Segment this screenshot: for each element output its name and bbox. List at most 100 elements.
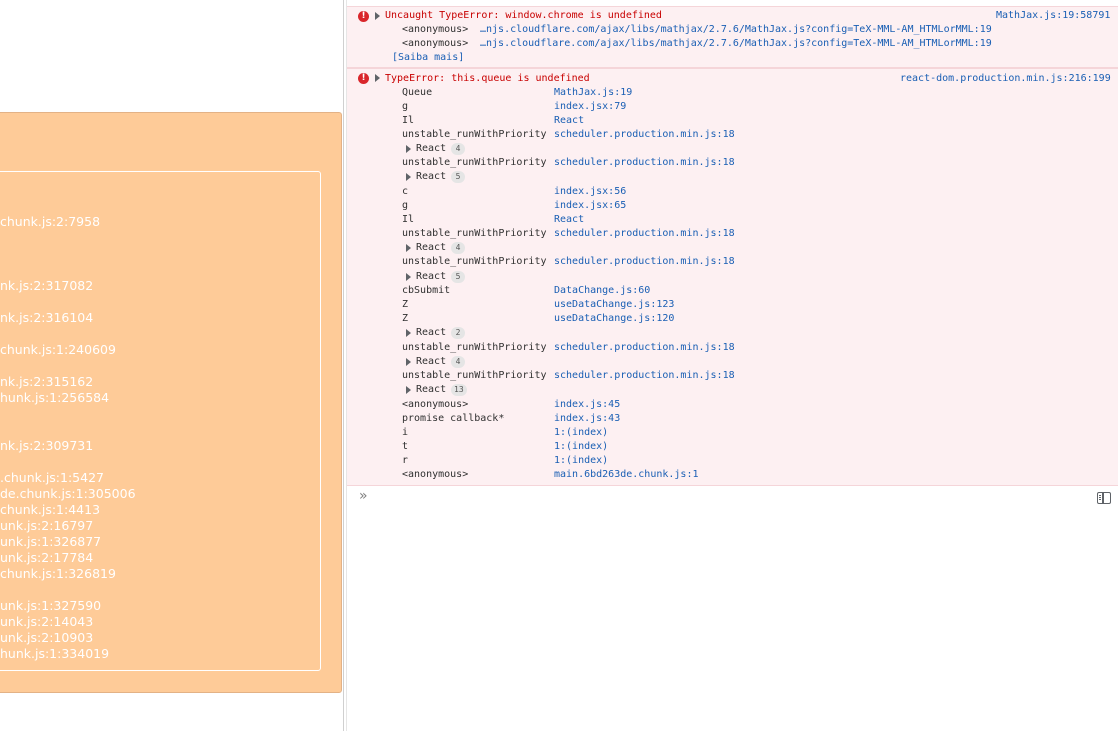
stack-frame-link[interactable]: main.6bd263de.chunk.js:1: [554, 469, 699, 480]
stack-line: nk.js:2:309731: [0, 438, 94, 453]
group-label: React: [416, 327, 447, 338]
stack-frame-link[interactable]: scheduler.production.min.js:18: [554, 342, 735, 353]
stack-line: chunk.js:1:326819: [0, 566, 116, 581]
stack-frame-link[interactable]: useDataChange.js:123: [554, 299, 674, 310]
error-icon: !: [358, 73, 369, 84]
stack-frame-function: unstable_runWithPriority: [402, 228, 547, 239]
expand-triangle-icon[interactable]: [406, 386, 411, 394]
stack-frame-function: g: [402, 200, 409, 211]
stack-frame-link[interactable]: index.jsx:65: [554, 200, 626, 211]
stack-frame-link[interactable]: index.js:43: [554, 413, 620, 424]
stack-frame-function: unstable_runWithPriority: [402, 157, 547, 168]
frame-count-badge: 5: [451, 171, 465, 183]
stack-frame-link[interactable]: scheduler.production.min.js:18: [554, 157, 735, 168]
stack-line: nk.js:2:315162: [0, 374, 94, 389]
stack-frame-link[interactable]: 1:(index): [554, 427, 608, 438]
stack-line: hunk.js:1:256584: [0, 390, 110, 405]
stack-frame-link[interactable]: scheduler.production.min.js:18: [554, 228, 735, 239]
stack-line: unk.js:2:16797: [0, 518, 94, 533]
expand-triangle-icon[interactable]: [406, 358, 411, 366]
group-label: React: [416, 384, 447, 395]
stack-frame-link[interactable]: …njs.cloudflare.com/ajax/libs/mathjax/2.…: [480, 38, 992, 49]
stack-line: chunk.js:2:7958: [0, 214, 101, 229]
stack-frame-function: t: [402, 441, 409, 452]
stack-frame-link[interactable]: useDataChange.js:120: [554, 313, 674, 324]
expand-triangle-icon[interactable]: [375, 74, 380, 82]
group-label: React: [416, 242, 447, 253]
stack-frame-function: <anonymous>: [402, 399, 469, 410]
stack-frame-link[interactable]: 1:(index): [554, 441, 608, 452]
frame-count-badge: 5: [451, 271, 465, 283]
stack-frame-function: unstable_runWithPriority: [402, 370, 547, 381]
stack-frame-link[interactable]: index.jsx:79: [554, 101, 626, 112]
frame-count-badge: 4: [451, 143, 465, 155]
stack-line: nk.js:2:317082: [0, 278, 94, 293]
stack-frame-function: Z: [402, 313, 409, 324]
group-label: React: [416, 171, 447, 182]
stack-frame-function: unstable_runWithPriority: [402, 129, 547, 140]
stack-frame-link[interactable]: …njs.cloudflare.com/ajax/libs/mathjax/2.…: [480, 24, 992, 35]
error-message-text: TypeError: this.queue is undefined: [385, 73, 590, 84]
stack-frame-link[interactable]: scheduler.production.min.js:18: [554, 256, 735, 267]
stack-frame-function: unstable_runWithPriority: [402, 342, 547, 353]
error-icon: !: [358, 11, 369, 22]
stack-line: chunk.js:1:240609: [0, 342, 116, 357]
error-message-text: Uncaught TypeError: window.chrome is und…: [385, 10, 662, 21]
stack-frame-function: Z: [402, 299, 409, 310]
stack-frame-function: <anonymous>: [402, 24, 469, 35]
stack-line: unk.js:2:17784: [0, 550, 94, 565]
stack-frame-link[interactable]: index.jsx:56: [554, 186, 626, 197]
group-label: React: [416, 143, 447, 154]
sidebar-toggle-icon[interactable]: [1097, 492, 1111, 504]
stack-frame-link[interactable]: React: [554, 214, 584, 225]
stack-frame-function: <anonymous>: [402, 469, 469, 480]
stack-line: unk.js:2:14043: [0, 614, 94, 629]
stack-frame-link[interactable]: React: [554, 115, 584, 126]
group-label: React: [416, 271, 447, 282]
expand-triangle-icon[interactable]: [406, 244, 411, 252]
stack-line: unk.js:1:327590: [0, 598, 102, 613]
stack-frame-link[interactable]: 1:(index): [554, 455, 608, 466]
stack-frame-function: g: [402, 101, 409, 112]
stack-frame-function: <anonymous>: [402, 38, 469, 49]
stack-frame-link[interactable]: DataChange.js:60: [554, 285, 650, 296]
stack-frame-function: i: [402, 427, 409, 438]
stack-frame-function: unstable_runWithPriority: [402, 256, 547, 267]
stack-frame-function: r: [402, 455, 409, 466]
stack-frame-link[interactable]: MathJax.js:19: [554, 87, 632, 98]
stack-line: .chunk.js:1:5427: [0, 470, 104, 485]
group-label: React: [416, 356, 447, 367]
stack-frame-function: c: [402, 186, 409, 197]
frame-count-badge: 4: [451, 356, 465, 368]
stack-frame-function: Il: [402, 115, 415, 126]
stack-line: unk.js:1:326877: [0, 534, 102, 549]
expand-triangle-icon[interactable]: [406, 173, 411, 181]
console-error-message[interactable]: ! Uncaught TypeError: window.chrome is u…: [347, 6, 1118, 68]
error-source-link[interactable]: MathJax.js:19:58791: [996, 10, 1110, 21]
stack-line: de.chunk.js:1:305006: [0, 486, 136, 501]
error-source-link[interactable]: react-dom.production.min.js:216:199: [900, 73, 1111, 84]
expand-triangle-icon[interactable]: [406, 145, 411, 153]
stack-frame-link[interactable]: scheduler.production.min.js:18: [554, 129, 735, 140]
console-prompt-icon: »: [359, 488, 368, 504]
stack-line: chunk.js:1:4413: [0, 502, 101, 517]
stack-trace-box: [0, 171, 321, 671]
stack-frame-function: Queue: [402, 87, 433, 98]
stack-frame-function: cbSubmit: [402, 285, 451, 296]
expand-triangle-icon[interactable]: [375, 12, 380, 20]
stack-frame-link[interactable]: scheduler.production.min.js:18: [554, 370, 735, 381]
learn-more-link[interactable]: [Saiba mais]: [392, 52, 464, 63]
console-input-row[interactable]: »: [347, 486, 1118, 510]
stack-line: unk.js:2:10903: [0, 630, 94, 645]
console-error-message[interactable]: ! TypeError: this.queue is undefined rea…: [347, 68, 1118, 486]
frame-count-badge: 4: [451, 242, 465, 254]
devtools-console: ! Uncaught TypeError: window.chrome is u…: [347, 0, 1118, 731]
stack-line: hunk.js:1:334019: [0, 646, 110, 661]
stack-frame-link[interactable]: index.js:45: [554, 399, 620, 410]
page-viewport: chunk.js:2:7958 nk.js:2:317082 nk.js:2:3…: [0, 0, 343, 731]
stack-frame-function: promise callback*: [402, 413, 505, 424]
stack-line: nk.js:2:316104: [0, 310, 94, 325]
expand-triangle-icon[interactable]: [406, 329, 411, 337]
expand-triangle-icon[interactable]: [406, 273, 411, 281]
stack-frame-function: Il: [402, 214, 415, 225]
